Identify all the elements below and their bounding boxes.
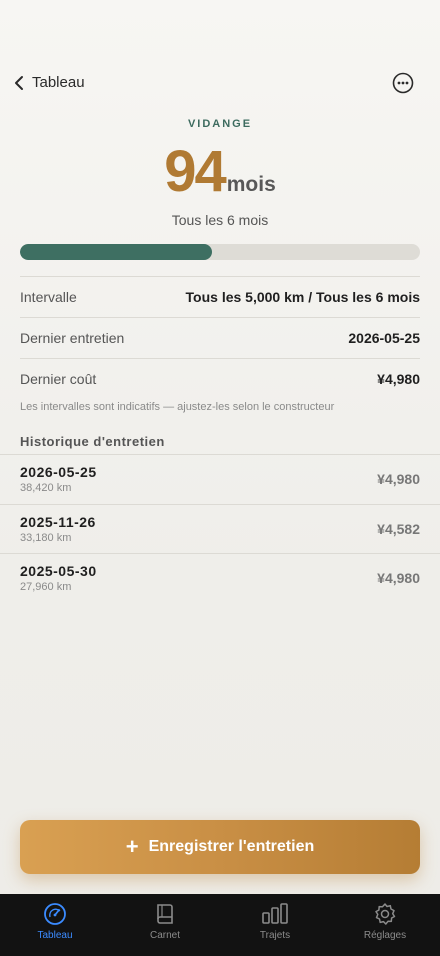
navigation-bar: Tableau (0, 70, 440, 100)
history-date: 2025-11-26 (20, 514, 96, 530)
remaining-value: 94mois (0, 138, 440, 205)
record-service-label: Enregistrer l'entretien (148, 838, 315, 855)
remaining-unit: mois (226, 173, 276, 196)
detail-value: Tous les 5,000 km / Tous les 6 mois (185, 289, 420, 305)
tab-reglages[interactable]: Réglages (330, 902, 440, 941)
tab-label: Carnet (149, 930, 180, 941)
book-icon (157, 904, 173, 924)
tab-tableau[interactable]: Tableau (0, 902, 110, 941)
gauge-icon (44, 903, 66, 925)
tab-label: Trajets (259, 930, 291, 941)
detail-label: Intervalle (20, 289, 77, 305)
tab-carnet[interactable]: Carnet (110, 902, 220, 941)
detail-value: 2026-05-25 (348, 330, 420, 346)
detail-label: Dernier coût (20, 371, 97, 387)
detail-row-last-cost: Dernier coût ¥4,980 (20, 358, 420, 399)
history-title: Historique d'entretien (20, 434, 165, 449)
disclaimer-note: Les intervalles sont indicatifs — ajuste… (20, 401, 335, 413)
history-item[interactable]: 2025-05-30 27,960 km ¥4,980 (0, 553, 440, 603)
history-cost: ¥4,980 (377, 471, 420, 487)
record-service-button[interactable]: + Enregistrer l'entretien (20, 820, 420, 874)
history-km: 38,420 km (20, 482, 72, 494)
back-label: Tableau (32, 74, 85, 91)
bar-chart-icon (262, 903, 288, 924)
history-date: 2025-05-30 (20, 563, 97, 579)
remaining-number: 94 (164, 139, 226, 204)
history-item[interactable]: 2025-11-26 33,180 km ¥4,582 (0, 504, 440, 554)
tab-label: Tableau (37, 930, 73, 941)
detail-value: ¥4,980 (377, 371, 420, 387)
history-item[interactable]: 2026-05-25 38,420 km ¥4,980 (0, 454, 440, 504)
history-km: 33,180 km (20, 532, 72, 544)
chevron-left-icon (15, 75, 23, 90)
history-cost: ¥4,582 (377, 521, 420, 537)
history-km: 27,960 km (20, 581, 72, 593)
detail-row-last-service: Dernier entretien 2026-05-25 (20, 317, 420, 358)
tab-label: Réglages (363, 930, 407, 941)
service-category: VIDANGE (187, 118, 253, 130)
history-cost: ¥4,980 (377, 570, 420, 586)
progress-bar (20, 244, 420, 260)
progress-fill (20, 244, 212, 260)
more-icon[interactable] (392, 72, 414, 94)
gear-icon (375, 903, 396, 925)
plus-icon: + (125, 834, 139, 859)
interval-subtitle: Tous les 6 mois (171, 212, 269, 228)
detail-row-interval: Intervalle Tous les 5,000 km / Tous les … (20, 276, 420, 317)
tab-trajets[interactable]: Trajets (220, 902, 330, 941)
detail-label: Dernier entretien (20, 330, 125, 346)
back-button[interactable]: Tableau (12, 74, 85, 91)
history-date: 2026-05-25 (20, 464, 97, 480)
tab-bar: Tableau Carnet Trajets Réglages (0, 894, 440, 956)
